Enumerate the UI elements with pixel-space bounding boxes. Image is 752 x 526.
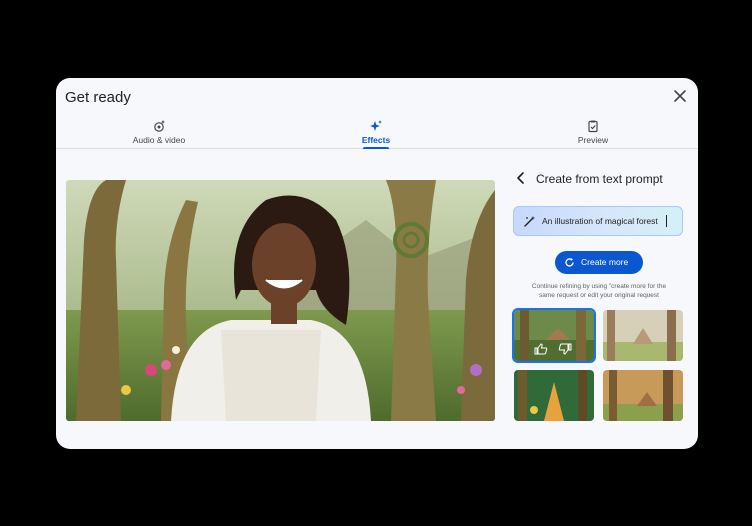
refresh-icon [565,258,574,267]
close-icon[interactable] [672,88,688,104]
thumbs-down-icon[interactable] [558,343,572,355]
back-arrow-icon[interactable] [514,171,528,185]
magic-wand-icon [524,216,535,227]
settings-sparkle-icon [154,120,165,132]
tab-label: Preview [577,135,609,145]
refine-hint: Continue refining by using "create more … [519,282,679,300]
dialog-title: Get ready [65,89,131,106]
text-caret [666,215,667,227]
tab-label: Audio & video [132,135,186,145]
tab-audio-video[interactable]: Audio & video [99,116,219,148]
generated-background-3[interactable] [514,370,594,421]
hint-line-1: Continue refining by using "create more … [531,283,667,290]
create-more-button[interactable]: Create more [555,251,643,274]
prompt-input[interactable]: An illustration of magical forest [513,206,683,236]
create-more-label: Create more [581,257,629,267]
thumbs-up-icon[interactable] [534,343,548,355]
generated-background-2[interactable] [603,310,683,361]
generated-background-1[interactable] [512,308,596,363]
sparkle-icon [370,120,382,131]
tab-bar: Audio & video Effects Preview [56,116,698,149]
tab-label: Effects [361,135,391,145]
video-preview [66,180,495,421]
tab-effects[interactable]: Effects [316,116,436,149]
clipboard-check-icon [588,120,598,133]
tab-preview[interactable]: Preview [533,116,653,148]
get-ready-dialog: Get ready Audio & video Effects Preview … [56,78,698,449]
prompt-text: An illustration of magical forest [542,216,658,226]
generated-background-4[interactable] [603,370,683,421]
forest-background-preview [66,180,495,421]
hint-line-2: same request or edit your original reque… [539,292,659,299]
panel-title: Create from text prompt [536,172,663,186]
active-tab-indicator [363,147,389,149]
